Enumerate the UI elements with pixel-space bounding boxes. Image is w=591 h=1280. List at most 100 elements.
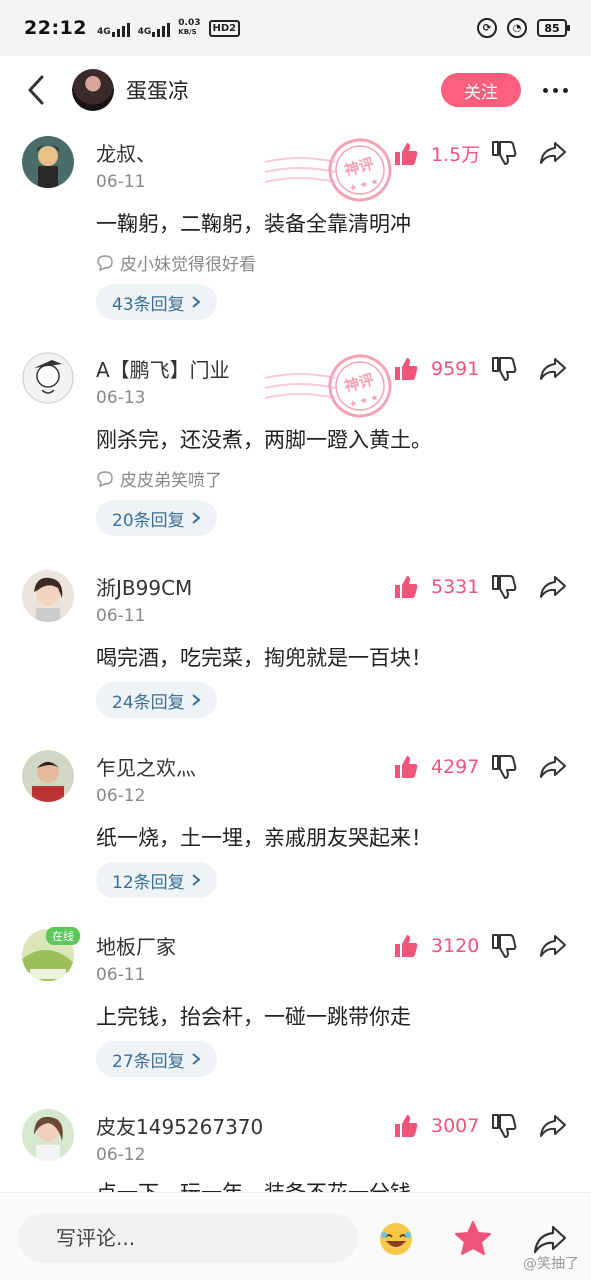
like-button[interactable]: 5331 (393, 574, 481, 600)
share-icon (540, 142, 566, 164)
author-name[interactable]: 蛋蛋凉 (126, 75, 189, 105)
user-avatar[interactable] (22, 750, 74, 802)
dislike-icon (492, 755, 517, 779)
svg-text:神评: 神评 (342, 155, 376, 180)
reaction-icon (97, 470, 113, 487)
share-icon (540, 756, 566, 778)
comment-text: 一鞠躬，二鞠躬，装备全靠清明冲 (96, 212, 411, 236)
author-avatar[interactable] (72, 69, 114, 111)
user-avatar[interactable] (22, 570, 74, 622)
like-button[interactable]: 9591 (393, 356, 481, 382)
like-icon (395, 576, 418, 598)
comment-date: 06-12 (96, 786, 146, 806)
dislike-button[interactable] (489, 138, 519, 168)
replies-button[interactable]: 12条回复 (96, 862, 217, 898)
share-icon (540, 935, 566, 957)
comment-username[interactable]: 乍见之欢灬 (96, 752, 196, 781)
comment-date: 06-12 (96, 1145, 146, 1165)
status-time: 22:12 (24, 17, 87, 39)
back-icon (28, 75, 44, 105)
alarm-icon: ◔ (507, 18, 527, 38)
comment-reaction: 皮皮弟笑喷了 (96, 466, 222, 491)
like-count: 1.5万 (431, 144, 481, 166)
comment-username[interactable]: 龙叔、 (96, 138, 156, 167)
replies-button[interactable]: 27条回复 (96, 1041, 217, 1077)
like-icon (395, 1115, 418, 1137)
like-count: 3007 (431, 1115, 480, 1137)
lock-rotation-icon: ⟳ (477, 18, 497, 38)
comment-date: 06-13 (96, 388, 146, 408)
like-button[interactable]: 1.5万 (393, 140, 481, 167)
reaction-icon (97, 254, 113, 271)
svg-text:神评: 神评 (342, 371, 376, 396)
user-avatar[interactable] (22, 1109, 74, 1161)
like-button[interactable]: 3120 (393, 933, 481, 959)
emoji-button[interactable] (374, 1217, 418, 1261)
dislike-icon (492, 575, 517, 599)
comment-text: 刚杀完，还没煮，两脚一蹬入黄土。 (96, 428, 432, 452)
replies-button[interactable]: 20条回复 (96, 500, 217, 536)
comment-date: 06-11 (96, 172, 146, 192)
chevron-right-icon (192, 694, 201, 706)
comment-date: 06-11 (96, 965, 146, 985)
like-icon (395, 142, 418, 165)
like-count: 3120 (431, 935, 480, 957)
comment-date: 06-11 (96, 606, 146, 626)
share-button[interactable] (538, 354, 568, 384)
more-button[interactable] (529, 70, 581, 110)
emoji-icon (380, 1223, 412, 1255)
share-icon (540, 1115, 566, 1137)
signal-icon (111, 21, 130, 37)
share-button[interactable] (538, 138, 568, 168)
follow-button[interactable]: 关注 (441, 73, 521, 107)
chevron-right-icon (192, 512, 201, 524)
network-speed: 0.03 KB/S (178, 18, 201, 37)
dislike-icon (492, 141, 517, 165)
like-icon (395, 358, 418, 380)
dislike-button[interactable] (489, 354, 519, 384)
like-button[interactable]: 3007 (393, 1113, 481, 1139)
like-count: 9591 (431, 358, 480, 380)
share-button[interactable] (538, 752, 568, 782)
network-indicators: 4G 4G 0.03 KB/S HD2 (97, 18, 241, 37)
online-badge: 在线 (46, 927, 80, 945)
like-icon (395, 756, 418, 778)
share-icon (540, 576, 566, 598)
share-icon (540, 358, 566, 380)
comment-input[interactable] (18, 1213, 358, 1263)
star-icon (455, 1221, 491, 1255)
replies-button[interactable]: 24条回复 (96, 682, 217, 718)
comment-username[interactable]: A【鹏飞】门业 (96, 354, 230, 383)
dislike-button[interactable] (489, 931, 519, 961)
comment-text: 纸一烧，土一埋，亲戚朋友哭起来！ (96, 826, 432, 850)
chevron-right-icon (192, 874, 201, 886)
more-icon (542, 87, 568, 93)
comment-list[interactable]: 神评 ★ ★ ★ 龙叔、 06-11 1.5万 一鞠躬，二鞠躬，装备全靠清明冲 … (0, 124, 591, 1192)
like-button[interactable]: 4297 (393, 754, 481, 780)
god-comment-stamp: 神评 ★ ★ ★ (264, 354, 392, 418)
share-button[interactable] (538, 572, 568, 602)
battery-icon: 85 (537, 19, 570, 37)
comment-username[interactable]: 皮友1495267370 (96, 1111, 263, 1140)
comment-text: 喝完酒，吃完菜，掏兜就是一百块！ (96, 646, 432, 670)
user-avatar[interactable] (22, 136, 74, 188)
comment-username[interactable]: 地板厂家 (96, 931, 176, 960)
signal-icon (152, 21, 171, 37)
chevron-right-icon (192, 1053, 201, 1065)
svg-text:★ ★ ★: ★ ★ ★ (348, 177, 380, 194)
back-button[interactable] (6, 60, 66, 120)
replies-button[interactable]: 43条回复 (96, 284, 217, 320)
comment-username[interactable]: 浙JB99CM (96, 572, 192, 601)
favorite-button[interactable] (450, 1215, 496, 1261)
dislike-button[interactable] (489, 572, 519, 602)
chevron-right-icon (192, 296, 201, 308)
dislike-icon (492, 1114, 517, 1138)
dislike-button[interactable] (489, 752, 519, 782)
dislike-button[interactable] (489, 1111, 519, 1141)
share-button[interactable] (538, 931, 568, 961)
page-header: 蛋蛋凉 关注 (0, 56, 591, 124)
like-count: 4297 (431, 756, 480, 778)
watermark: @笑抽了 (523, 1256, 579, 1272)
user-avatar[interactable] (22, 352, 74, 404)
share-button[interactable] (538, 1111, 568, 1141)
